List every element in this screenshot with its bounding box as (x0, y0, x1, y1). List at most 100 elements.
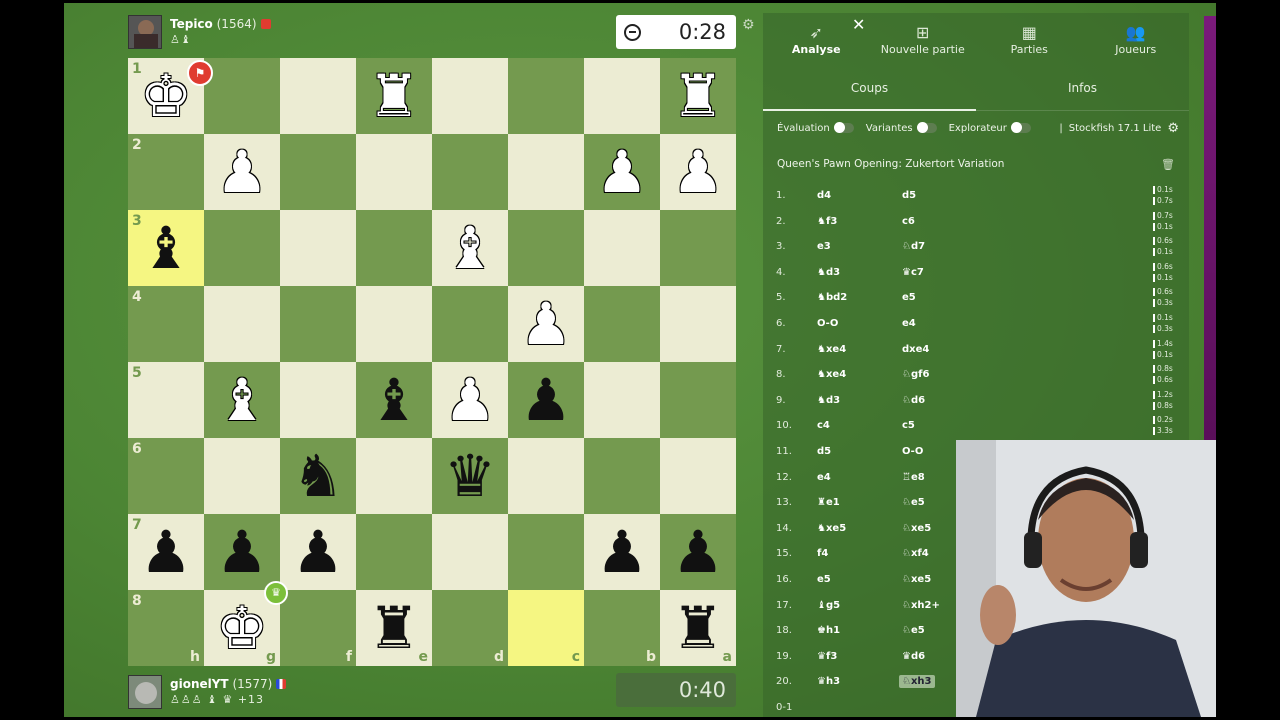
black-move[interactable]: ♘e5 (902, 497, 925, 508)
white-move[interactable]: d4 (817, 190, 831, 201)
square-a4[interactable] (660, 286, 736, 362)
square-h2[interactable]: 2 (128, 134, 204, 210)
black-move[interactable]: e4 (902, 318, 916, 329)
square-d2[interactable] (432, 134, 508, 210)
white-piece-a2[interactable]: ♟ (660, 134, 736, 210)
white-piece-d3[interactable]: ♝ (432, 210, 508, 286)
square-b2[interactable]: ♟ (584, 134, 660, 210)
square-c3[interactable] (508, 210, 584, 286)
square-h3[interactable]: 3 ♝ (128, 210, 204, 286)
black-piece-e5[interactable]: ♝ (356, 362, 432, 438)
close-icon[interactable]: ✕ (852, 15, 865, 34)
square-g3[interactable] (204, 210, 280, 286)
square-e4[interactable] (356, 286, 432, 362)
square-f7[interactable]: ♟ (280, 514, 356, 590)
square-c2[interactable] (508, 134, 584, 210)
bottom-player-name[interactable]: gionelYT (170, 677, 229, 691)
white-piece-c4[interactable]: ♟ (508, 286, 584, 362)
white-move[interactable]: ♞d3 (817, 395, 840, 406)
chess-board[interactable]: 1 ♚ ♜ ♜ 2 ♟ ♟ ♟ 3 ♝ ♝ 4 ♟ 5 ♝ ♝ ♟ ♟ 6 ♞ ♛ 7 ♟ ♟ ♟ ♟ ♟ 8 h g ♚ f e ♜ d c b a ♜ (128, 58, 736, 666)
black-piece-a7[interactable]: ♟ (660, 514, 736, 590)
square-f8[interactable]: f (280, 590, 356, 666)
black-move[interactable]: ♘d6 (902, 395, 925, 406)
square-h8[interactable]: 8h (128, 590, 204, 666)
white-move[interactable]: ♞f3 (817, 216, 837, 227)
black-move[interactable]: ♘xe5 (902, 574, 931, 585)
square-d7[interactable] (432, 514, 508, 590)
black-piece-h3[interactable]: ♝ (128, 210, 204, 286)
square-g2[interactable]: ♟ (204, 134, 280, 210)
square-a7[interactable]: ♟ (660, 514, 736, 590)
black-piece-c5[interactable]: ♟ (508, 362, 584, 438)
toggle-explorer-switch[interactable] (1010, 122, 1031, 133)
white-move[interactable]: c4 (817, 420, 830, 431)
white-piece-g5[interactable]: ♝ (204, 362, 280, 438)
black-move[interactable]: ♘e5 (902, 625, 925, 636)
white-piece-a1[interactable]: ♜ (660, 58, 736, 134)
black-move[interactable]: ♛c7 (902, 267, 924, 278)
square-c4[interactable]: ♟ (508, 286, 584, 362)
engine-settings-gear-icon[interactable]: ⚙ (1167, 121, 1179, 136)
black-piece-h7[interactable]: ♟ (128, 514, 204, 590)
toggle-explorer[interactable]: Explorateur (949, 122, 1031, 134)
square-a5[interactable] (660, 362, 736, 438)
square-b5[interactable] (584, 362, 660, 438)
white-move[interactable]: ♞d3 (817, 267, 840, 278)
square-e5[interactable]: ♝ (356, 362, 432, 438)
black-move[interactable]: c6 (902, 216, 915, 227)
white-move[interactable]: d5 (817, 446, 831, 457)
black-piece-a8[interactable]: ♜ (660, 590, 736, 666)
square-e6[interactable] (356, 438, 432, 514)
white-move[interactable]: ♞xe4 (817, 344, 846, 355)
square-e2[interactable] (356, 134, 432, 210)
square-e1[interactable]: ♜ (356, 58, 432, 134)
black-move[interactable]: d5 (902, 190, 916, 201)
black-move[interactable]: e5 (902, 292, 916, 303)
square-g6[interactable] (204, 438, 280, 514)
square-g7[interactable]: ♟ (204, 514, 280, 590)
black-piece-e8[interactable]: ♜ (356, 590, 432, 666)
black-move[interactable]: ♘xe5 (902, 523, 931, 534)
white-move[interactable]: ♜e1 (817, 497, 840, 508)
black-move[interactable]: ♘xf4 (902, 548, 929, 559)
square-h6[interactable]: 6 (128, 438, 204, 514)
square-b3[interactable] (584, 210, 660, 286)
square-b1[interactable] (584, 58, 660, 134)
square-a2[interactable]: ♟ (660, 134, 736, 210)
white-move[interactable]: e3 (817, 241, 831, 252)
bottom-player-avatar[interactable] (128, 675, 162, 709)
top-player-avatar[interactable] (128, 15, 162, 49)
white-piece-e1[interactable]: ♜ (356, 58, 432, 134)
toggle-variations[interactable]: Variantes (866, 122, 937, 134)
square-c7[interactable] (508, 514, 584, 590)
square-d1[interactable] (432, 58, 508, 134)
square-g4[interactable] (204, 286, 280, 362)
white-move[interactable]: e4 (817, 472, 831, 483)
white-move[interactable]: f4 (817, 548, 828, 559)
black-move[interactable]: c5 (902, 420, 915, 431)
toggle-evaluation[interactable]: Évaluation (777, 122, 854, 134)
white-move[interactable]: ♚h1 (817, 625, 840, 636)
square-d6[interactable]: ♛ (432, 438, 508, 514)
white-move[interactable]: ♞xe5 (817, 523, 846, 534)
white-piece-g2[interactable]: ♟ (204, 134, 280, 210)
square-e7[interactable] (356, 514, 432, 590)
black-move[interactable]: ♘xh2+ (902, 600, 940, 611)
square-b7[interactable]: ♟ (584, 514, 660, 590)
square-f1[interactable] (280, 58, 356, 134)
white-move[interactable]: ♛f3 (817, 651, 837, 662)
black-move[interactable]: ♘gf6 (902, 369, 929, 380)
square-d3[interactable]: ♝ (432, 210, 508, 286)
black-move[interactable]: ♘d7 (902, 241, 925, 252)
subtab-info[interactable]: Infos (976, 65, 1189, 110)
square-d4[interactable] (432, 286, 508, 362)
square-e3[interactable] (356, 210, 432, 286)
square-h4[interactable]: 4 (128, 286, 204, 362)
square-c1[interactable] (508, 58, 584, 134)
tab-players[interactable]: 👥 Joueurs (1083, 13, 1190, 65)
square-d5[interactable]: ♟ (432, 362, 508, 438)
square-h5[interactable]: 5 (128, 362, 204, 438)
white-move[interactable]: ♝g5 (817, 600, 840, 611)
black-move[interactable]: O-O (902, 446, 923, 457)
black-piece-f6[interactable]: ♞ (280, 438, 356, 514)
